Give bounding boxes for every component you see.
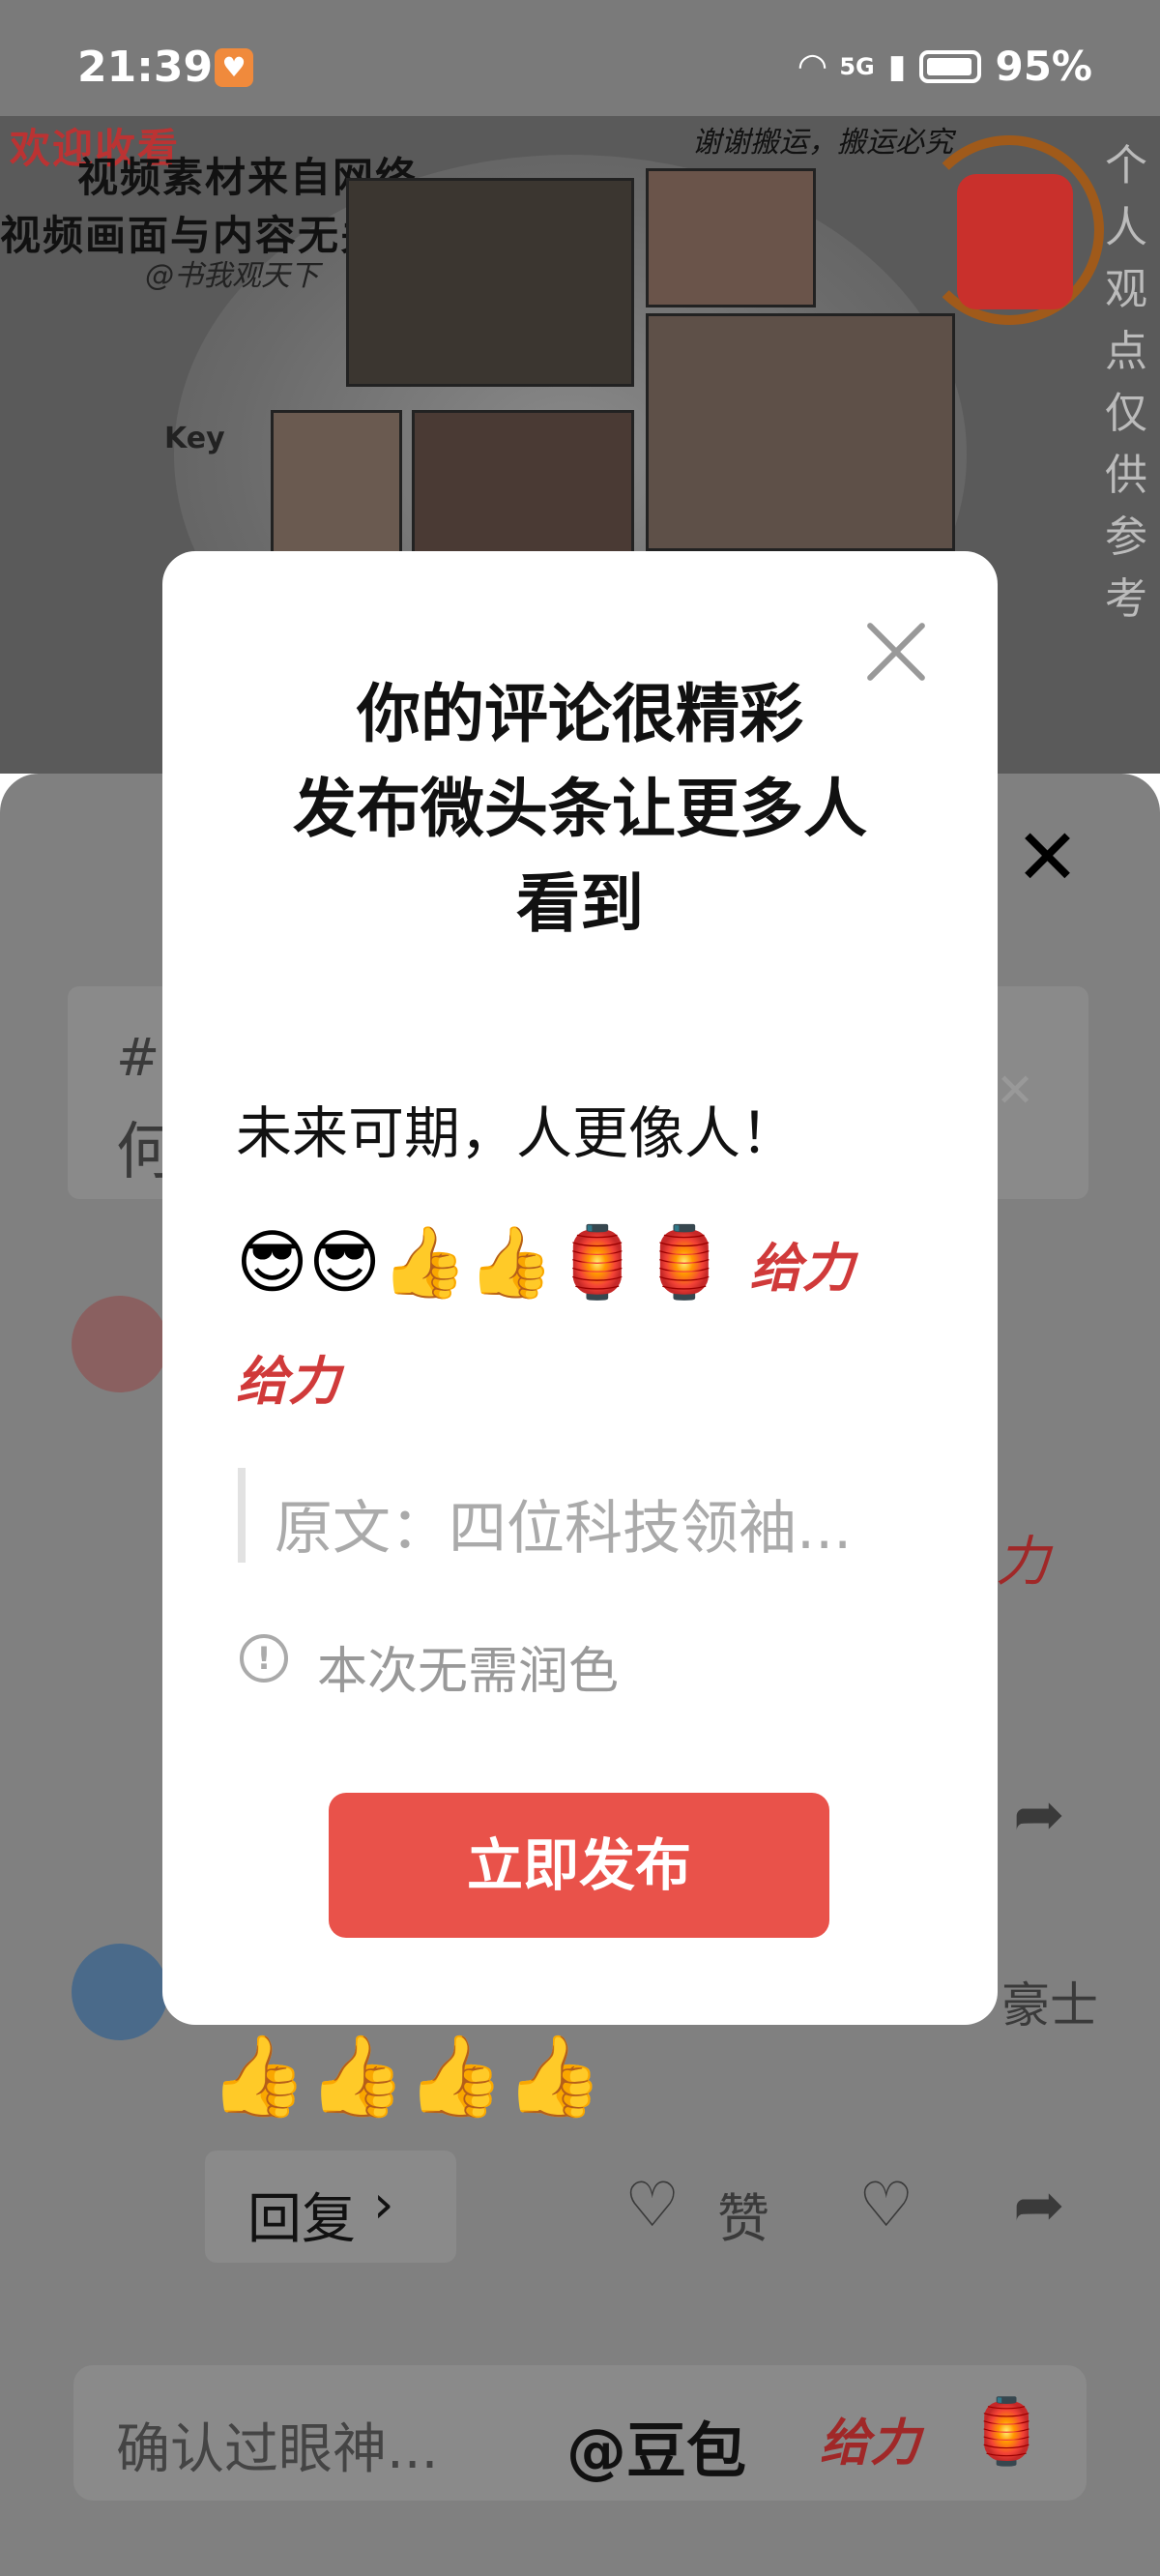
like-label: 赞 [717,2188,769,2249]
status-time: 21:39 [77,43,214,92]
side-caption-char: 供 [1105,451,1147,500]
reply-emojis: 👍👍👍👍 [209,2031,604,2122]
side-caption-char: 观 [1105,265,1147,314]
sticker-jiayou-icon[interactable]: 🏮 [967,2394,1046,2470]
avatar[interactable] [72,1296,168,1392]
original-text: 原文：四位科技领袖... [275,1495,853,1563]
side-caption-char: 点 [1105,327,1147,376]
share-icon[interactable]: ➦ [1013,1779,1065,1851]
video-label-key: Key [164,422,225,455]
video-photo-5 [412,410,634,571]
status-bar: 21:39 ♥ ◠ 5G ▮ 95% [0,0,1160,116]
publish-button[interactable]: 立即发布 [329,1793,829,1938]
like-icon[interactable]: ♡ [624,2170,680,2241]
side-caption-char: 考 [1105,574,1147,624]
dialog-title: 你的评论很精彩 发布微头条让更多人 看到 [162,667,998,951]
side-caption-char: 人 [1105,203,1147,252]
side-caption-char: 个 [1105,141,1147,190]
avatar[interactable] [72,1944,168,2040]
partial-username: 豪士 [1001,1977,1098,2034]
sticker-geili: 给力 [236,1351,340,1412]
sheet-close-icon[interactable]: ✕ [1015,812,1080,902]
battery-icon [919,49,982,83]
signal-icon: ▮ [887,46,907,86]
info-icon: ! [240,1634,288,1683]
sticker-geili-icon[interactable]: 给力 [820,2402,920,2474]
side-caption-char: 仅 [1105,389,1147,438]
battery-level: 95% [995,43,1092,90]
comment-input-placeholder: 确认过眼神... [116,2418,439,2481]
status-right: ◠ 5G ▮ 95% [799,43,1092,90]
sticker-partial: 力 [996,1531,1050,1594]
topic-close-icon[interactable]: ✕ [996,1064,1034,1118]
reply-label: 回复 [247,2188,356,2251]
side-caption-char: 参 [1105,512,1147,562]
dialog-title-line2: 发布微头条让更多人 [293,772,867,846]
mention-doubao[interactable]: @豆包 [566,2402,746,2489]
dialog-title-line1: 你的评论很精彩 [357,677,803,751]
video-watermark: @书我观天下 [145,259,319,293]
network-label: 5G [839,52,875,80]
video-photo-4 [271,410,402,571]
health-app-icon: ♥ [215,48,253,87]
chevron-right-icon: › [373,2174,394,2235]
quote-bar [238,1468,246,1563]
emoji-row-icons: 😎😎👍👍🏮🏮 [236,1221,728,1303]
video-top-caption: 谢谢搬运，搬运必究 [692,126,953,160]
wifi-icon: ◠ [798,46,826,86]
video-photo-2 [646,168,816,307]
sticker-geili: 给力 [749,1238,855,1299]
comment-text: 未来可期，人更像人！ [236,1100,798,1166]
topic-icon: # [116,1027,160,1088]
comment-emojis: 😎😎👍👍🏮🏮 给力 给力 [236,1209,932,1435]
red-envelope-icon[interactable] [957,174,1073,309]
video-photo-1 [346,178,634,387]
video-side-caption: 个 人 观 点 仅 供 参 考 [1102,135,1150,630]
publish-dialog: 你的评论很精彩 发布微头条让更多人 看到 未来可期，人更像人！ 😎😎👍👍🏮🏮 给… [162,551,998,2025]
info-text: 本次无需润色 [317,1643,620,1701]
dialog-title-line3: 看到 [516,866,644,941]
share-icon[interactable]: ➦ [1013,2170,1065,2241]
dislike-icon[interactable]: ♡ [858,2170,914,2241]
video-photo-3 [646,313,955,551]
